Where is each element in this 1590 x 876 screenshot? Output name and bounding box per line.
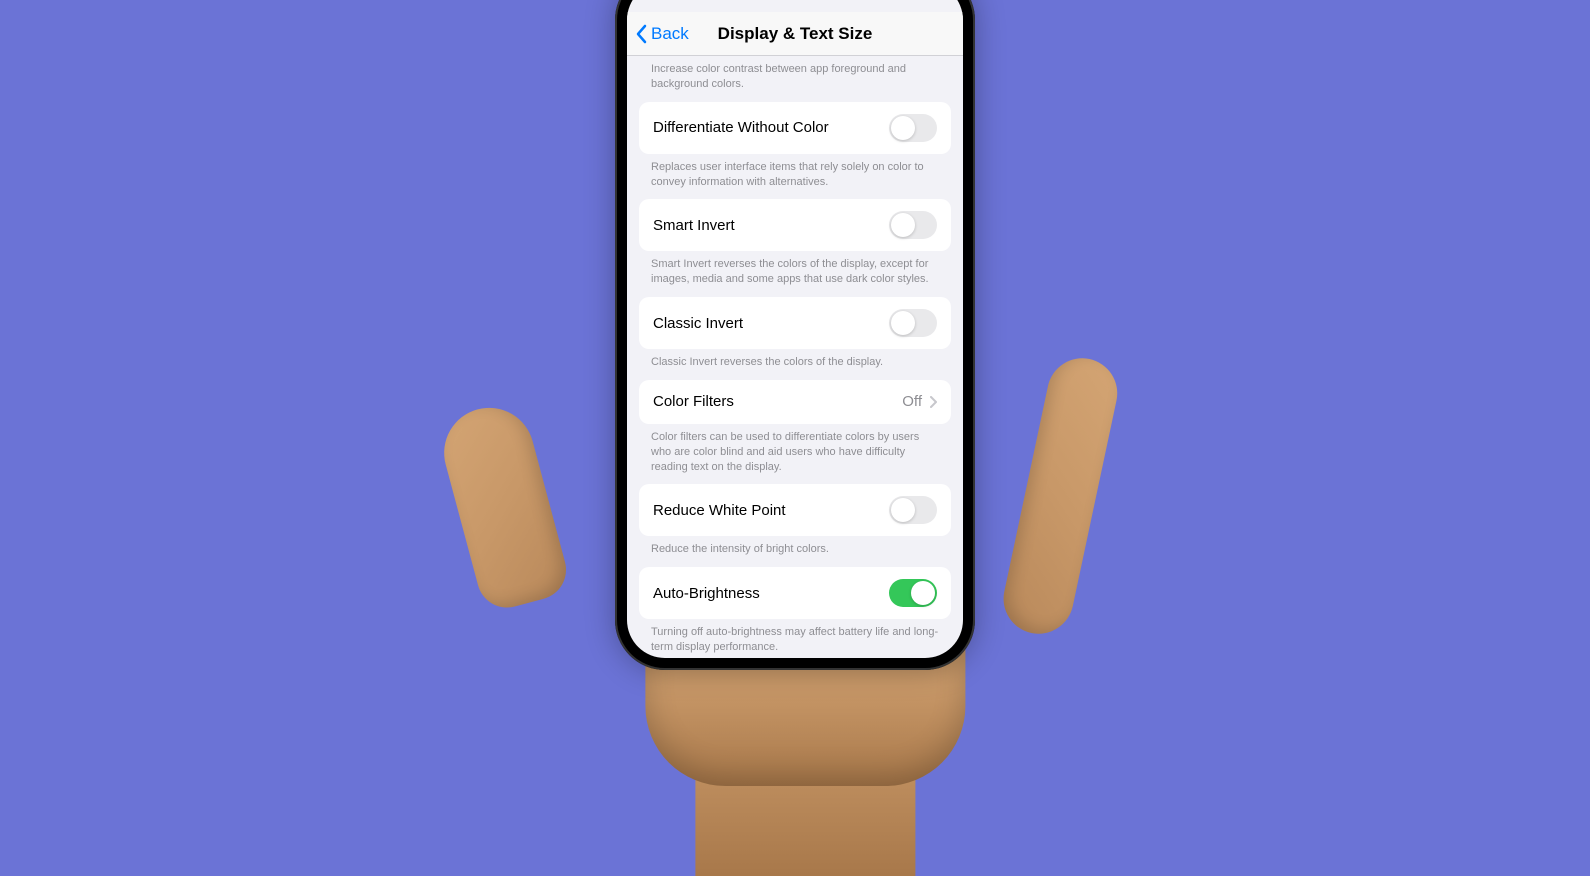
- color-filters-description: Color filters can be used to differentia…: [627, 424, 963, 485]
- reduce-white-point-label: Reduce White Point: [653, 502, 786, 519]
- navigation-bar: Back Display & Text Size: [627, 12, 963, 56]
- reduce-white-point-toggle[interactable]: [889, 496, 937, 524]
- smart-invert-description: Smart Invert reverses the colors of the …: [627, 251, 963, 297]
- auto-brightness-row[interactable]: Auto-Brightness: [639, 567, 951, 619]
- auto-brightness-description: Turning off auto-brightness may affect b…: [627, 619, 963, 658]
- differentiate-description: Replaces user interface items that rely …: [627, 154, 963, 200]
- color-filters-value-container: Off: [902, 393, 937, 410]
- differentiate-label: Differentiate Without Color: [653, 119, 829, 136]
- phone-frame: Back Display & Text Size Increase color …: [615, 0, 975, 670]
- classic-invert-toggle[interactable]: [889, 309, 937, 337]
- differentiate-toggle[interactable]: [889, 114, 937, 142]
- differentiate-without-color-row[interactable]: Differentiate Without Color: [639, 102, 951, 154]
- classic-invert-label: Classic Invert: [653, 315, 743, 332]
- color-filters-label: Color Filters: [653, 393, 734, 410]
- auto-brightness-label: Auto-Brightness: [653, 585, 760, 602]
- smart-invert-label: Smart Invert: [653, 217, 735, 234]
- phone-screen: Back Display & Text Size Increase color …: [627, 0, 963, 658]
- color-filters-value: Off: [902, 393, 922, 410]
- back-label: Back: [651, 24, 689, 44]
- color-filters-row[interactable]: Color Filters Off: [639, 380, 951, 424]
- chevron-left-icon: [635, 24, 647, 44]
- settings-scroll-area[interactable]: Increase color contrast between app fore…: [627, 56, 963, 658]
- chevron-right-icon: [930, 396, 937, 408]
- page-title: Display & Text Size: [718, 24, 873, 44]
- reduce-white-point-description: Reduce the intensity of bright colors.: [627, 536, 963, 567]
- smart-invert-toggle[interactable]: [889, 211, 937, 239]
- auto-brightness-toggle[interactable]: [889, 579, 937, 607]
- back-button[interactable]: Back: [635, 24, 689, 44]
- classic-invert-description: Classic Invert reverses the colors of th…: [627, 349, 963, 380]
- classic-invert-row[interactable]: Classic Invert: [639, 297, 951, 349]
- increase-contrast-description: Increase color contrast between app fore…: [627, 56, 963, 102]
- reduce-white-point-row[interactable]: Reduce White Point: [639, 484, 951, 536]
- smart-invert-row[interactable]: Smart Invert: [639, 199, 951, 251]
